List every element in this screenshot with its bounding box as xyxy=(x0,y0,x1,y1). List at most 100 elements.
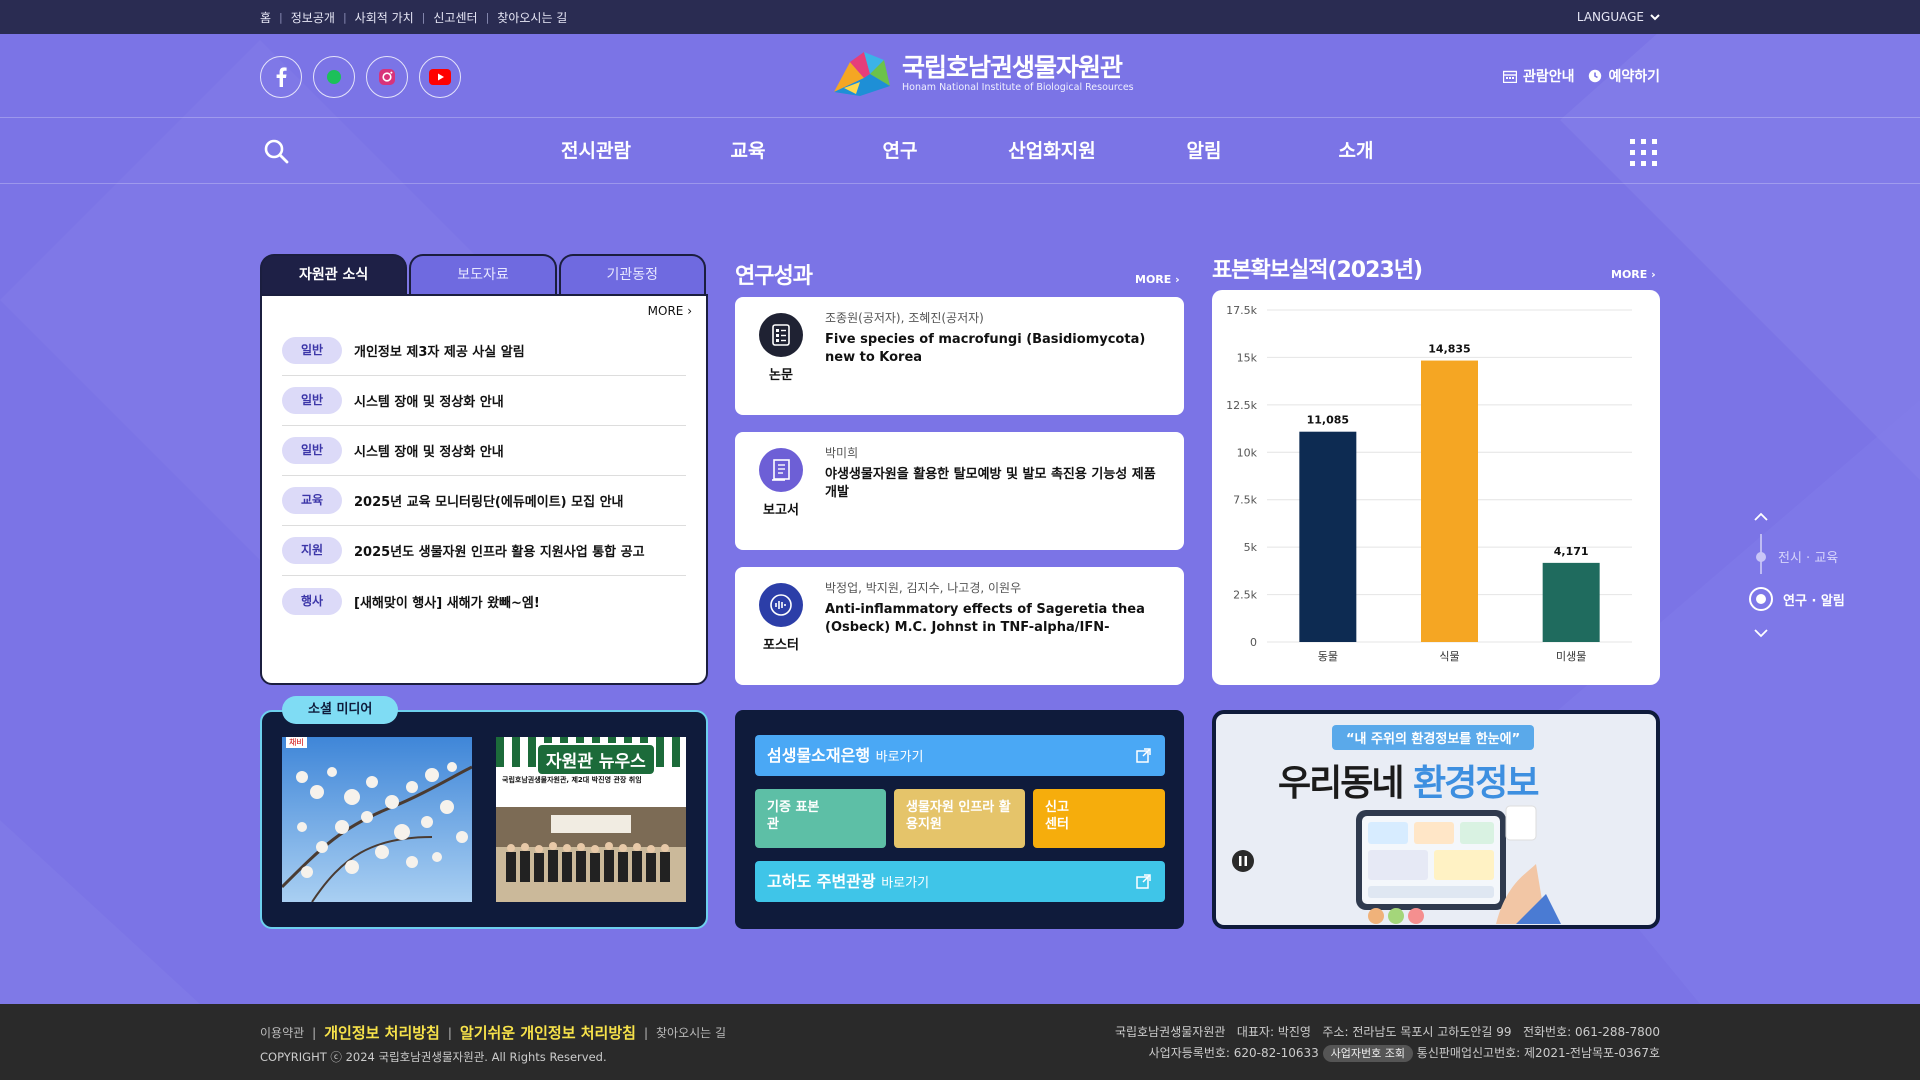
chevron-right-icon: › xyxy=(687,304,692,318)
list-item[interactable]: 일반 시스템 장애 및 정상화 안내 xyxy=(282,426,686,476)
side-nav-item-research-notice[interactable]: 연구 · 알림 xyxy=(1745,587,1845,611)
facebook-icon[interactable] xyxy=(260,56,302,98)
x-category-label: 식물 xyxy=(1439,650,1459,663)
research-card-paper[interactable]: 논문 조종원(공저자), 조혜진(공저자) Five species of ma… xyxy=(735,297,1184,415)
environment-banner[interactable]: “내 주위의 환경정보를 한눈에” 우리동네 환경정보 xyxy=(1212,710,1660,929)
pause-icon xyxy=(1239,856,1247,866)
banner-headline: 우리동네 환경정보 xyxy=(1278,754,1540,806)
side-nav-item-exhibit-edu[interactable]: 전시 · 교육 xyxy=(1745,547,1838,566)
blog-icon[interactable] xyxy=(313,56,355,98)
nav-item-education[interactable]: 교육 xyxy=(672,118,824,184)
search-icon[interactable] xyxy=(263,138,289,164)
footer-links: 이용약관 | 개인정보 처리방침 | 알기쉬운 개인정보 처리방침 | 찾아오시는 길 xyxy=(260,1022,727,1043)
nav-item-about[interactable]: 소개 xyxy=(1280,118,1432,184)
thumb-badge: 채비 xyxy=(286,737,307,748)
footer-link-terms[interactable]: 이용약관 xyxy=(260,1024,304,1041)
y-tick-label: 15k xyxy=(1237,351,1258,364)
nav-item-exhibition[interactable]: 전시관람 xyxy=(520,118,672,184)
specimen-bar-chart: 0 2.5k 5k 7.5k 10k 12.5k 15k 17.5k 11,085 동물 14,83… xyxy=(1226,304,1632,663)
y-tick-label: 5k xyxy=(1244,541,1258,554)
y-tick-label: 2.5k xyxy=(1233,589,1257,602)
list-item[interactable]: 지원 2025년도 생물자원 인프라 활용 지원사업 통합 공고 xyxy=(282,526,686,576)
pause-button[interactable] xyxy=(1232,850,1254,872)
social-thumb-blossom[interactable]: 채비 xyxy=(282,737,472,902)
util-link-disclosure[interactable]: 정보공개 xyxy=(291,9,335,26)
report-center-button[interactable]: 신고 센터 xyxy=(1033,789,1165,848)
infra-label: 생물자원 인프라 활용지원 xyxy=(906,800,1011,832)
instagram-icon[interactable] xyxy=(366,56,408,98)
research-card-report[interactable]: 보고서 박미희 야생생물자원을 활용한 탈모예방 및 발모 촉진용 기능성 제품… xyxy=(735,432,1184,550)
nav-item-research[interactable]: 연구 xyxy=(824,118,976,184)
bank-suffix: 바로가기 xyxy=(875,750,924,765)
footer-link-directions[interactable]: 찾아오시는 길 xyxy=(656,1024,726,1041)
util-link-home[interactable]: 홈 xyxy=(260,9,271,26)
y-tick-label: 0 xyxy=(1250,636,1257,649)
research-more-link[interactable]: MORE › xyxy=(1135,273,1180,286)
nav-item-notice[interactable]: 알림 xyxy=(1128,118,1280,184)
news-more-link[interactable]: MORE › xyxy=(648,304,692,318)
island-bio-bank-button[interactable]: 섬생물소재은행 바로가기 xyxy=(755,735,1165,776)
side-nav-dot xyxy=(1756,551,1766,562)
site-logo[interactable]: 국립호남권생물자원관 Honam National Institute of B… xyxy=(830,48,1134,98)
news-title: 개인정보 제3자 제공 사실 알림 xyxy=(354,345,525,360)
site-footer: 이용약관 | 개인정보 처리방침 | 알기쉬운 개인정보 처리방침 | 찾아오시는 길… xyxy=(0,1004,1920,1080)
list-item[interactable]: 교육 2025년 교육 모니터링단(에듀메이트) 모집 안내 xyxy=(282,476,686,526)
banner-inner: “내 주위의 환경정보를 한눈에” 우리동네 환경정보 xyxy=(1216,714,1656,925)
research-kind: 포스터 xyxy=(763,638,799,653)
news-panel: 자원관 소식 보도자료 기관동정 MORE › 일반 개인정보 제3자 제공 사실… xyxy=(260,254,708,685)
util-link-directions[interactable]: 찾아오시는 길 xyxy=(497,9,567,26)
banner-headline-blue: 환경정보 xyxy=(1413,763,1539,804)
reservation-link[interactable]: 예약하기 xyxy=(1588,66,1660,86)
category-badge: 일반 xyxy=(282,337,342,364)
tablet-illustration xyxy=(1356,805,1561,924)
y-tick-label: 17.5k xyxy=(1226,304,1257,317)
header-links: 관람안내 예약하기 xyxy=(1502,66,1660,86)
y-tick-label: 10k xyxy=(1237,446,1258,459)
side-nav-label: 전시 · 교육 xyxy=(1778,551,1839,566)
gohado-tour-button[interactable]: 고하도 주변관광 바로가기 xyxy=(755,861,1165,902)
visit-guide-label: 관람안내 xyxy=(1522,69,1575,85)
news-title: [새해맞이 행사] 새해가 왔빼~엠! xyxy=(354,595,540,611)
specimen-more-link[interactable]: MORE › xyxy=(1611,268,1656,281)
chevron-up-icon[interactable] xyxy=(1753,512,1769,522)
research-authors: 박정업, 박지원, 김지수, 나고경, 이원우 xyxy=(825,581,1022,595)
utility-bar: 홈 | 정보공개 | 사회적 가치 | 신고센터 | 찾아오시는 길 LANGUAGE xyxy=(0,0,1920,34)
social-thumb-news[interactable]: 자원관 뉴우스 국립호남권생물자원관, 제2대 박진영 관장 취임 xyxy=(496,737,686,902)
x-category-label: 동물 xyxy=(1318,650,1338,663)
bar-value-label: 14,835 xyxy=(1428,343,1470,356)
research-card-poster[interactable]: 포스터 박정업, 박지원, 김지수, 나고경, 이원우 Anti-inflamm… xyxy=(735,567,1184,685)
util-link-report-center[interactable]: 신고센터 xyxy=(433,9,477,26)
visit-guide-link[interactable]: 관람안내 xyxy=(1502,66,1575,86)
research-kind: 논문 xyxy=(769,368,793,383)
category-badge: 교육 xyxy=(282,487,342,514)
y-tick-label: 12.5k xyxy=(1226,399,1257,412)
youtube-icon[interactable] xyxy=(419,56,461,98)
infra-support-button[interactable]: 생물자원 인프라 활용지원 xyxy=(894,789,1025,848)
logo-emblem-icon xyxy=(834,52,890,96)
news-title: 2025년 교육 모니터링단(에듀메이트) 모집 안내 xyxy=(354,495,624,510)
all-menu-grid-icon[interactable] xyxy=(1630,139,1657,166)
bar-value-label: 4,171 xyxy=(1554,545,1589,558)
footer-link-easy-privacy[interactable]: 알기쉬운 개인정보 처리방침 xyxy=(460,1022,636,1043)
tab-press-release[interactable]: 보도자료 xyxy=(409,254,557,294)
tab-institute-news[interactable]: 자원관 소식 xyxy=(260,254,408,294)
list-item[interactable]: 일반 시스템 장애 및 정상화 안내 xyxy=(282,376,686,426)
research-kind: 보고서 xyxy=(763,503,799,518)
utility-links: 홈 | 정보공개 | 사회적 가치 | 신고센터 | 찾아오시는 길 xyxy=(260,9,568,26)
x-category-label: 미생물 xyxy=(1556,650,1586,663)
site-header: 국립호남권생물자원관 Honam National Institute of B… xyxy=(0,34,1920,118)
util-link-social-value[interactable]: 사회적 가치 xyxy=(355,9,414,26)
footer-info-line2: 사업자등록번호: 620-82-10633 사업자번호 조회 통신판매업신고번호… xyxy=(1115,1043,1660,1064)
list-item[interactable]: 일반 개인정보 제3자 제공 사실 알림 xyxy=(282,326,686,376)
nav-item-industry-support[interactable]: 산업화지원 xyxy=(976,118,1128,184)
tour-label: 고하도 주변관광 xyxy=(767,872,876,891)
language-selector[interactable]: LANGUAGE xyxy=(1577,0,1660,34)
biz-lookup-button[interactable]: 사업자번호 조회 xyxy=(1322,1045,1413,1062)
footer-info: 국립호남권생물자원관 대표자: 박진영 주소: 전라남도 목포시 고하도안길 9… xyxy=(1115,1022,1660,1064)
gnb-menu: 전시관람 교육 연구 산업화지원 알림 소개 xyxy=(520,118,1432,184)
list-item[interactable]: 행사 [새해맞이 행사] 새해가 왔빼~엠! xyxy=(282,576,686,626)
tab-agency-activity[interactable]: 기관동정 xyxy=(558,254,706,294)
donation-specimen-button[interactable]: 기증 표본관 xyxy=(755,789,886,848)
footer-link-privacy[interactable]: 개인정보 처리방침 xyxy=(324,1022,440,1043)
chevron-down-icon[interactable] xyxy=(1753,628,1769,638)
